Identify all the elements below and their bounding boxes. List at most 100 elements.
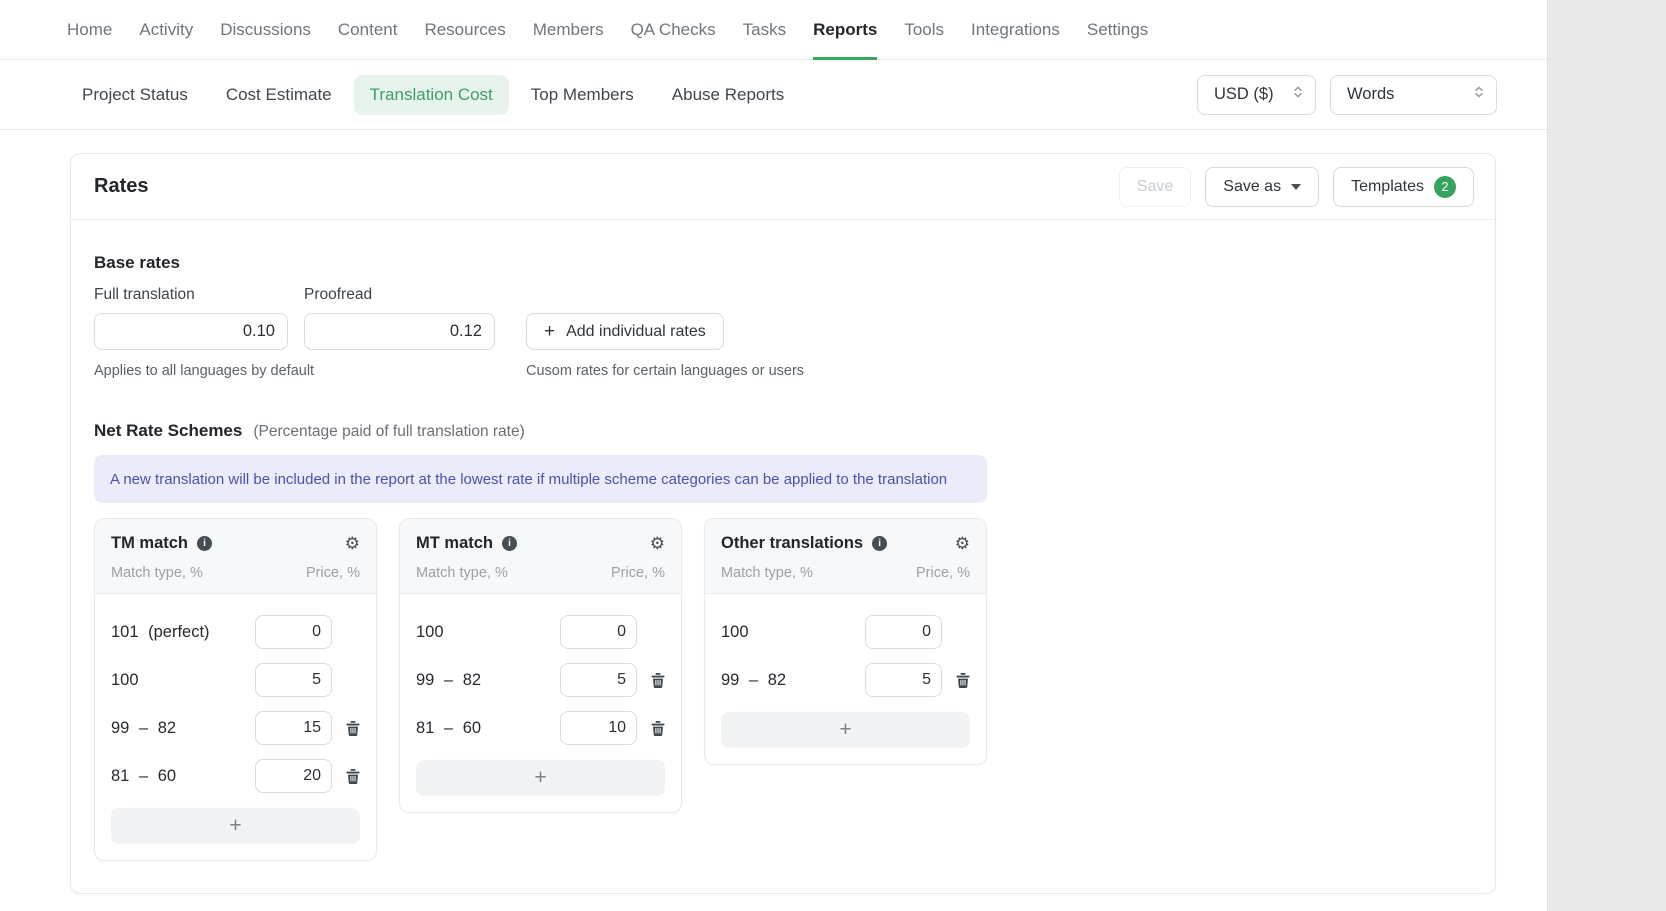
info-icon[interactable] — [502, 536, 517, 551]
currency-select[interactable]: USD ($) — [1197, 75, 1316, 115]
scheme-title: Other translations — [721, 534, 863, 553]
scheme-row: 81 – 60 — [416, 704, 665, 752]
net-rate-schemes-heading: Net Rate Schemes — [94, 421, 242, 441]
gear-icon[interactable] — [955, 535, 970, 552]
net-rate-schemes-heading-row: Net Rate Schemes (Percentage paid of ful… — [94, 421, 1472, 441]
tab-cost-estimate[interactable]: Cost Estimate — [210, 75, 348, 115]
match-type-label: 99 – 82 — [111, 719, 176, 738]
scheme-card-body: 101 (perfect) 100 99 – 82 — [95, 594, 376, 860]
scheme-row: 81 – 60 — [111, 752, 360, 800]
add-row-button[interactable] — [416, 760, 665, 796]
nav-item-resources[interactable]: Resources — [424, 0, 505, 59]
trash-icon[interactable] — [346, 769, 360, 784]
price-input[interactable] — [560, 615, 637, 649]
full-translation-label: Full translation — [94, 286, 288, 313]
scheme-row: 100 — [416, 608, 665, 656]
save-as-button[interactable]: Save as — [1205, 167, 1319, 207]
tab-top-members[interactable]: Top Members — [515, 75, 650, 115]
reports-subnav: Project Status Cost Estimate Translation… — [0, 60, 1547, 130]
match-type-label: 100 — [416, 623, 444, 642]
match-type-label: 100 — [721, 623, 749, 642]
price-input[interactable] — [255, 615, 332, 649]
scheme-row: 100 — [721, 608, 970, 656]
page: Home Activity Discussions Content Resour… — [0, 0, 1666, 911]
base-rates-help-left: Applies to all languages by default — [94, 350, 495, 379]
scheme-card-head: Other translations Match type, % Price, … — [705, 519, 986, 594]
gear-icon[interactable] — [345, 535, 360, 552]
add-individual-rates-label: Add individual rates — [566, 323, 706, 341]
add-row-button[interactable] — [111, 808, 360, 844]
scheme-row: 101 (perfect) — [111, 608, 360, 656]
save-button[interactable]: Save — [1119, 167, 1191, 207]
currency-select-value: USD ($) — [1214, 85, 1274, 104]
full-translation-input[interactable] — [94, 313, 288, 350]
app-content: Home Activity Discussions Content Resour… — [0, 0, 1547, 911]
plus-icon — [544, 321, 555, 343]
top-navigation: Home Activity Discussions Content Resour… — [0, 0, 1547, 60]
price-input[interactable] — [865, 663, 942, 697]
nav-item-qa-checks[interactable]: QA Checks — [631, 0, 716, 59]
scheme-title: MT match — [416, 534, 493, 553]
nav-item-tasks[interactable]: Tasks — [743, 0, 786, 59]
nav-item-content[interactable]: Content — [338, 0, 398, 59]
chevron-down-icon — [1291, 184, 1301, 190]
plus-icon — [534, 766, 546, 790]
price-input[interactable] — [255, 663, 332, 697]
gear-icon[interactable] — [650, 535, 665, 552]
scheme-card-head: TM match Match type, % Price, % — [95, 519, 376, 594]
net-rate-schemes-subheading: (Percentage paid of full translation rat… — [253, 423, 524, 441]
match-type-label: 99 – 82 — [721, 671, 786, 690]
match-type-label: 81 – 60 — [111, 767, 176, 786]
templates-label: Templates — [1351, 178, 1424, 196]
add-individual-rates-button[interactable]: Add individual rates — [526, 313, 724, 350]
units-select[interactable]: Words — [1330, 75, 1497, 115]
tab-translation-cost[interactable]: Translation Cost — [354, 75, 509, 115]
nav-item-activity[interactable]: Activity — [139, 0, 193, 59]
base-rates-heading: Base rates — [94, 253, 1472, 273]
trash-icon[interactable] — [651, 721, 665, 736]
templates-button[interactable]: Templates 2 — [1333, 167, 1474, 207]
price-input[interactable] — [865, 615, 942, 649]
scheme-card-body: 100 99 – 82 81 – 60 — [400, 594, 681, 812]
nav-item-tools[interactable]: Tools — [904, 0, 944, 59]
scheme-row: 99 – 82 — [111, 704, 360, 752]
scheme-card-tm-match: TM match Match type, % Price, % — [94, 518, 377, 861]
tab-abuse-reports[interactable]: Abuse Reports — [656, 75, 800, 115]
proofread-input[interactable] — [304, 313, 495, 350]
report-tabs: Project Status Cost Estimate Translation… — [66, 75, 800, 115]
nav-item-reports[interactable]: Reports — [813, 0, 877, 59]
nav-item-settings[interactable]: Settings — [1087, 0, 1148, 59]
trash-icon[interactable] — [651, 673, 665, 688]
nav-item-members[interactable]: Members — [533, 0, 604, 59]
nav-item-discussions[interactable]: Discussions — [220, 0, 311, 59]
price-input[interactable] — [255, 759, 332, 793]
scheme-row: 99 – 82 — [416, 656, 665, 704]
match-type-column-header: Match type, % — [416, 565, 508, 581]
nav-item-home[interactable]: Home — [67, 0, 112, 59]
scheme-card-mt-match: MT match Match type, % Price, % — [399, 518, 682, 813]
lowest-rate-info-banner: A new translation will be included in th… — [94, 455, 987, 503]
info-icon[interactable] — [872, 536, 887, 551]
proofread-label: Proofread — [304, 286, 495, 313]
price-input[interactable] — [560, 663, 637, 697]
scheme-card-head: MT match Match type, % Price, % — [400, 519, 681, 594]
info-icon[interactable] — [197, 536, 212, 551]
price-input[interactable] — [255, 711, 332, 745]
rates-panel-header: Rates Save Save as Templates 2 — [71, 154, 1495, 220]
rates-actions: Save Save as Templates 2 — [1119, 167, 1474, 207]
plus-icon — [229, 814, 241, 838]
match-type-label: 99 – 82 — [416, 671, 481, 690]
scheme-cards-row: TM match Match type, % Price, % — [94, 518, 1472, 861]
scheme-card-other-translations: Other translations Match type, % Price, … — [704, 518, 987, 765]
rates-panel: Rates Save Save as Templates 2 — [70, 153, 1496, 894]
tab-project-status[interactable]: Project Status — [66, 75, 204, 115]
price-input[interactable] — [560, 711, 637, 745]
nav-item-integrations[interactable]: Integrations — [971, 0, 1060, 59]
add-row-button[interactable] — [721, 712, 970, 748]
trash-icon[interactable] — [346, 721, 360, 736]
price-column-header: Price, % — [306, 565, 360, 581]
updown-chevrons-icon — [1293, 85, 1303, 104]
updown-chevrons-icon — [1474, 85, 1484, 104]
trash-icon[interactable] — [956, 673, 970, 688]
save-as-label: Save as — [1223, 178, 1281, 196]
